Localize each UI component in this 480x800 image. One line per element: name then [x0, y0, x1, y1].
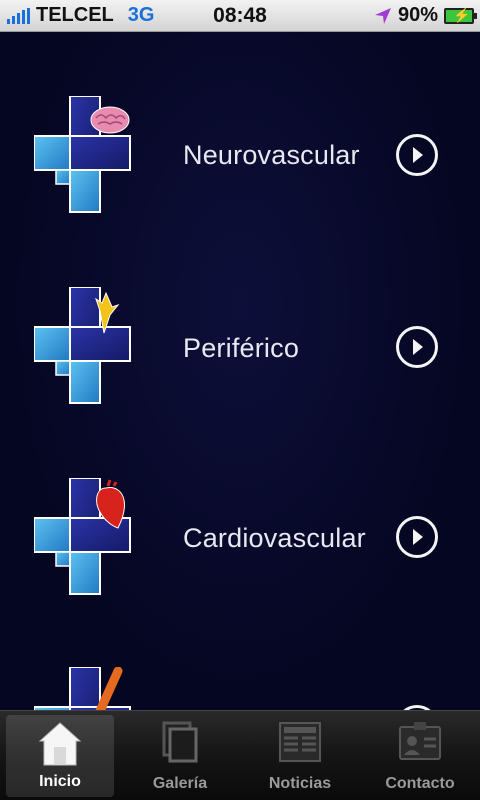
chevron-right-icon[interactable]	[396, 516, 438, 558]
menu-item-label: Neurovascular	[183, 140, 360, 170]
gallery-icon	[162, 721, 198, 763]
tab-galeria[interactable]: Galería	[120, 711, 240, 800]
home-icon	[38, 722, 82, 766]
chevron-right-icon[interactable]	[396, 134, 438, 176]
menu-item-periferico[interactable]: Periférico	[0, 283, 480, 433]
chevron-right-icon[interactable]	[396, 326, 438, 368]
battery-icon: ⚡	[444, 7, 477, 24]
battery-percent: 90%	[397, 4, 438, 26]
tab-bar: Inicio Galería Noticias Contacto	[0, 710, 480, 800]
heart-icon	[34, 478, 131, 595]
menu-list: Neurovascular Periférico Cardiovascular	[0, 33, 480, 710]
tab-inicio[interactable]: Inicio	[6, 715, 114, 797]
status-bar: TELCEL 3G 08:48 90% ⚡	[0, 0, 480, 32]
tab-label: Noticias	[268, 775, 332, 792]
menu-item-neurovascular[interactable]: Neurovascular	[0, 90, 480, 240]
tab-label: Inicio	[39, 773, 81, 790]
tab-noticias[interactable]: Noticias	[240, 711, 360, 800]
contact-card-icon	[399, 722, 441, 760]
peripheral-icon	[34, 287, 131, 404]
news-icon	[279, 722, 321, 762]
menu-item-label: Periférico	[183, 333, 300, 363]
menu-item-partial[interactable]	[0, 663, 480, 710]
tab-contacto[interactable]: Contacto	[360, 711, 480, 800]
partial-icon	[34, 667, 131, 710]
location-arrow-icon	[374, 7, 391, 24]
tab-label: Galería	[152, 775, 208, 792]
brain-icon	[34, 96, 131, 213]
menu-item-label: Cardiovascular	[183, 523, 366, 553]
tab-label: Contacto	[385, 775, 455, 792]
menu-item-cardiovascular[interactable]: Cardiovascular	[0, 476, 480, 626]
